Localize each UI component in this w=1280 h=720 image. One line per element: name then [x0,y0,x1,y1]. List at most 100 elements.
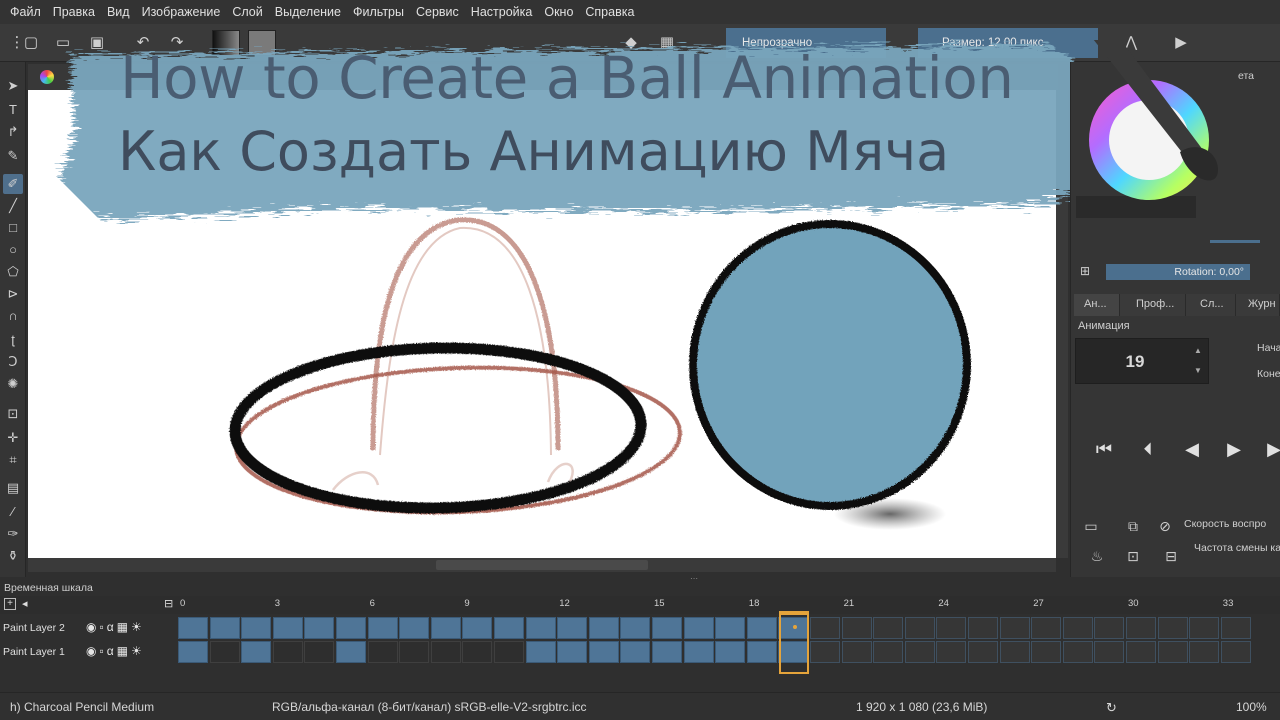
lock-icon[interactable]: ▫ [99,644,103,658]
calligraphy-icon[interactable]: ✎ [3,146,23,166]
polygon-tool-icon[interactable]: ⬠ [3,262,23,282]
layer-menu-icon[interactable]: ◂ [22,597,28,610]
scrollbar-thumb[interactable] [436,560,648,570]
polyline-tool-icon[interactable]: ⊳ [3,284,23,304]
frame-cell[interactable] [810,617,840,639]
crop-tool-icon[interactable]: ⌗ [3,450,23,470]
rotation-slider[interactable]: Rotation: 0,00° [1106,264,1250,280]
frame-cell[interactable] [178,617,208,639]
line-tool-icon[interactable]: ╱ [3,196,23,216]
frame-cell[interactable] [873,617,904,639]
frame-cell[interactable] [272,617,303,639]
current-frame-spinbox[interactable]: 19 ▲ ▼ [1075,338,1209,384]
spin-arrows-icon[interactable]: ▲ ▼ [1194,341,1206,381]
frame-cell[interactable] [1062,641,1093,663]
frame-cell[interactable] [209,617,240,639]
select-shapes-icon[interactable]: ➤ [3,76,23,96]
freehand-path-icon[interactable]: ʈ [3,330,23,350]
rectangle-tool-icon[interactable]: □ [3,218,23,238]
layer-name[interactable]: Paint Layer 1 [3,646,65,658]
frame-cell[interactable] [399,617,430,639]
frame-cell[interactable] [746,641,777,663]
book-icon[interactable]: ⊞ [1080,264,1096,280]
frame-cell[interactable] [525,617,556,639]
menu-filters[interactable]: Фильтры [347,5,410,19]
frame-cell[interactable] [336,617,366,639]
frame-cell[interactable] [1094,617,1125,639]
rotation-reset-icon[interactable]: ↻ [1106,700,1117,716]
frame-cell[interactable] [588,617,619,639]
gradient-tool-icon[interactable]: ▤ [3,478,23,498]
frame-cell[interactable] [494,641,524,663]
frame-cell[interactable] [557,641,588,663]
color-picker-icon[interactable]: ⁄ [3,502,23,522]
onion-skin-icon[interactable]: ▭ [1080,516,1102,536]
remove-keyframe-icon[interactable]: ⊟ [1160,546,1182,566]
frame-cell[interactable] [399,641,430,663]
frame-cell[interactable] [841,617,872,639]
frame-cell[interactable] [462,617,493,639]
fill-tool-icon[interactable]: ⚱ [3,546,23,566]
alpha-icon[interactable]: α [107,620,114,634]
frame-cell[interactable] [1031,641,1062,663]
frame-cell[interactable] [936,617,967,639]
previous-frame-icon[interactable]: ◀ [1172,434,1212,464]
frame-cell[interactable] [178,641,208,663]
frame-cell[interactable] [304,641,335,663]
frame-cell[interactable] [746,617,777,639]
frame-cell[interactable] [999,617,1030,639]
frame-cell[interactable] [430,641,461,663]
zoom-level[interactable]: 100% [1236,700,1267,714]
next-frame-icon[interactable]: ▶ [1254,434,1280,464]
multibrush-icon[interactable]: ✺ [3,374,23,394]
frame-cell[interactable] [430,617,461,639]
layer-name[interactable]: Paint Layer 2 [3,622,65,634]
frame-cell[interactable] [1157,641,1188,663]
timeline-playhead[interactable] [779,611,809,674]
tab-profile[interactable]: Проф... [1120,294,1186,316]
frame-cell[interactable] [999,641,1030,663]
menu-select[interactable]: Выделение [269,5,347,19]
new-document-icon[interactable]: ▢ [20,32,42,54]
frame-cell[interactable] [873,641,904,663]
tab-layers[interactable]: Сл... [1186,294,1236,316]
frame-cell[interactable] [494,617,524,639]
inherit-alpha-icon[interactable]: ▦ [117,644,128,658]
frame-cell[interactable] [620,617,651,639]
frame-cell[interactable] [336,641,366,663]
visibility-icon[interactable]: ◉ [86,644,96,658]
frame-cell[interactable] [968,617,998,639]
frame-cell[interactable] [304,617,335,639]
frame-cell[interactable] [652,641,682,663]
brush-preset-label[interactable]: h) Charcoal Pencil Medium [10,700,154,714]
frame-cell[interactable] [810,641,840,663]
frame-cell[interactable] [968,641,998,663]
frame-cell[interactable] [715,617,746,639]
frame-cell[interactable] [1126,641,1156,663]
lock-icon[interactable]: ▫ [99,620,103,634]
frame-cell[interactable] [1189,617,1220,639]
frame-cell[interactable] [462,641,493,663]
frame-cell[interactable] [1220,617,1251,639]
play-icon[interactable]: ▶ [1214,434,1254,464]
menu-settings[interactable]: Настройка [465,5,539,19]
tab-animation[interactable]: Ан... [1074,294,1120,316]
frame-cell[interactable] [1062,617,1093,639]
frame-cell[interactable] [1031,617,1062,639]
frame-cell[interactable] [557,617,588,639]
frame-cell[interactable] [936,641,967,663]
frame-cell[interactable] [588,641,619,663]
menu-help[interactable]: Справка [579,5,640,19]
menu-file[interactable]: Файл [4,5,47,19]
inherit-alpha-icon[interactable]: ▦ [117,620,128,634]
drop-frames-icon[interactable]: ⊘ [1154,516,1176,536]
menu-window[interactable]: Окно [538,5,579,19]
frame-cell[interactable] [904,641,935,663]
tab-history[interactable]: Журн [1236,294,1280,316]
frame-cell[interactable] [1220,641,1251,663]
ellipse-tool-icon[interactable]: ○ [3,240,23,260]
frame-cell[interactable] [209,641,240,663]
frame-cell[interactable] [1189,641,1220,663]
onion-skin-toggle-icon[interactable]: ☀ [131,620,142,634]
first-frame-icon[interactable]: ⏮ [1084,434,1124,464]
